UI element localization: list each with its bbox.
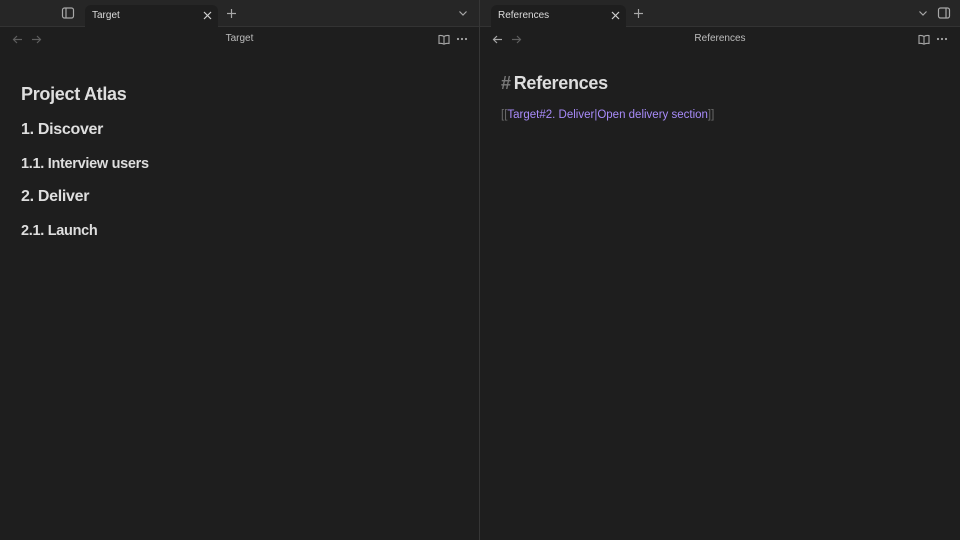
plus-icon[interactable] xyxy=(223,5,239,21)
right-nav-bar: References xyxy=(480,27,960,51)
wikilink-alias[interactable]: Open delivery section xyxy=(597,109,708,121)
heading-discover: 1. Discover xyxy=(21,121,104,138)
left-pane: Target Target Project Atlas 1. Discover xyxy=(0,0,479,540)
view-title: References xyxy=(694,33,746,44)
view-title: Target xyxy=(225,33,254,44)
heading-launch: 2.1. Launch xyxy=(21,223,98,239)
left-nav-bar: Target xyxy=(0,27,479,51)
more-horizontal-icon[interactable] xyxy=(454,31,470,47)
tab-target[interactable]: Target xyxy=(85,5,218,27)
tab-references[interactable]: References xyxy=(491,5,626,27)
heading-project-atlas: Project Atlas xyxy=(21,84,127,104)
right-sidebar-toggle-icon[interactable] xyxy=(936,5,952,21)
heading-hash-marker: # xyxy=(501,73,511,93)
note-content: Project Atlas 1. Discover 1.1. Interview… xyxy=(21,84,459,239)
chevron-down-icon[interactable] xyxy=(455,5,471,21)
chevron-down-icon[interactable] xyxy=(915,5,931,21)
wikilink-target[interactable]: Target#2. Deliver xyxy=(507,109,594,121)
wikilink[interactable]: [[Target#2. Deliver|Open delivery sectio… xyxy=(501,109,940,121)
heading-references: # References xyxy=(501,73,940,94)
tab-title: Target xyxy=(92,10,120,21)
wikilink-close-brackets: ]] xyxy=(707,109,715,121)
right-pane: References References # References [[Tar… xyxy=(480,0,960,540)
heading-interview-users: 1.1. Interview users xyxy=(21,156,149,172)
close-icon[interactable] xyxy=(609,9,621,21)
sidebar-toggle-icon[interactable] xyxy=(60,5,76,21)
right-tab-bar: References xyxy=(480,0,960,27)
book-open-icon[interactable] xyxy=(436,31,452,47)
close-icon[interactable] xyxy=(201,9,213,21)
book-open-icon[interactable] xyxy=(916,31,932,47)
note-content[interactable]: # References [[Target#2. Deliver|Open del… xyxy=(501,73,940,121)
more-horizontal-icon[interactable] xyxy=(934,31,950,47)
left-tab-bar: Target xyxy=(0,0,479,27)
heading-text: References xyxy=(513,73,608,93)
plus-icon[interactable] xyxy=(630,5,646,21)
heading-deliver: 2. Deliver xyxy=(21,188,90,205)
tab-title: References xyxy=(498,10,550,21)
